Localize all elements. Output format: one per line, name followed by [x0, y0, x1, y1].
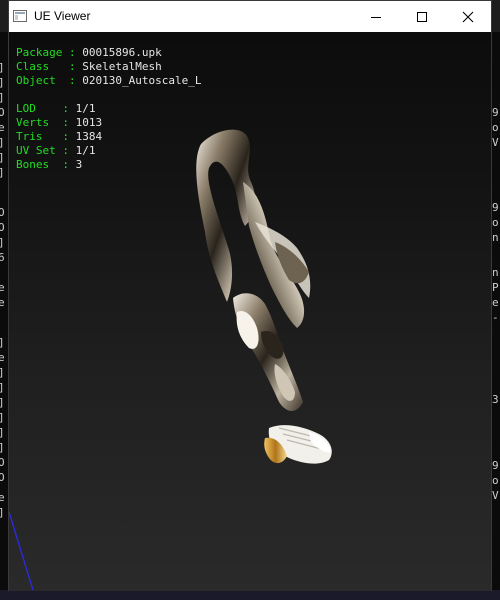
- background-taskbar-strip: [0, 590, 500, 600]
- info-row-tris: Tris : 1384: [16, 130, 103, 143]
- info-row-bones: Bones : 3: [16, 158, 83, 171]
- background-window-right: 9 o V 9 o n n P e - 3 9 o V: [491, 32, 500, 600]
- info-row-lod: LOD : 1/1: [16, 102, 96, 115]
- minimize-icon: [371, 16, 381, 18]
- info-row-package: Package : 00015896.upk: [16, 46, 162, 59]
- info-row-verts: Verts : 1013: [16, 116, 103, 129]
- close-button[interactable]: [445, 1, 491, 32]
- maximize-icon: [417, 11, 427, 22]
- ue-viewer-window: UE Viewer Package : 00015896.upk Class :…: [8, 0, 492, 591]
- info-row-object: Object : 020130_Autoscale_L: [16, 74, 202, 87]
- info-row-uvset: UV Set : 1/1: [16, 144, 96, 157]
- close-icon: [462, 11, 474, 22]
- window-app-icon[interactable]: [13, 10, 27, 22]
- skeletal-mesh-render: [196, 129, 332, 464]
- 3d-viewport[interactable]: Package : 00015896.upk Class : SkeletalM…: [9, 32, 491, 591]
- title-bar[interactable]: UE Viewer: [9, 1, 491, 32]
- minimize-button[interactable]: [353, 1, 399, 32]
- info-row-class: Class : SkeletalMesh: [16, 60, 162, 73]
- window-title: UE Viewer: [34, 9, 91, 23]
- maximize-button[interactable]: [399, 1, 445, 32]
- axis-gizmo: [9, 511, 34, 591]
